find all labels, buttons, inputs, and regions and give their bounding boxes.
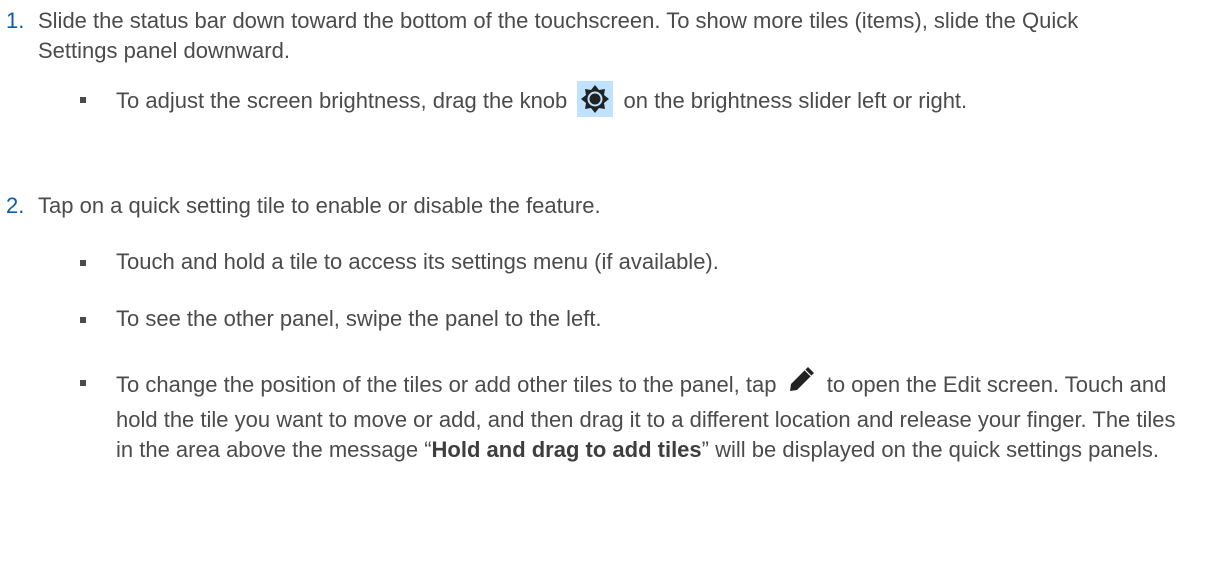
bullet-text-before: To change the position of the tiles or a… — [116, 371, 777, 397]
bullet-text: To change the position of the tiles or a… — [116, 367, 1196, 465]
bullet-marker — [80, 260, 86, 266]
bullet-text: Touch and hold a tile to access its sett… — [116, 249, 719, 274]
pencil-edit-icon — [787, 364, 817, 402]
step-text: Tap on a quick setting tile to enable or… — [38, 193, 601, 218]
bullet-marker — [80, 380, 86, 386]
bullet-marker — [80, 97, 86, 103]
step-text: Slide the status bar down toward the bot… — [38, 8, 1079, 63]
bullet-text: To see the other panel, swipe the panel … — [116, 306, 602, 331]
bullet-text-before: To adjust the screen brightness, drag th… — [116, 87, 568, 113]
step-number: 1. — [6, 8, 25, 33]
step-number: 2. — [6, 193, 25, 218]
bullet-marker — [80, 317, 86, 323]
brightness-knob-icon — [577, 81, 614, 117]
bullet-text-tail: ” will be displayed on the quick setting… — [701, 437, 1160, 462]
bullet-text-after: on the brightness slider left or right. — [623, 87, 968, 113]
message-label-bold: Hold and drag to add tiles — [431, 437, 702, 462]
bullet-text: To adjust the screen brightness, drag th… — [116, 81, 1196, 120]
